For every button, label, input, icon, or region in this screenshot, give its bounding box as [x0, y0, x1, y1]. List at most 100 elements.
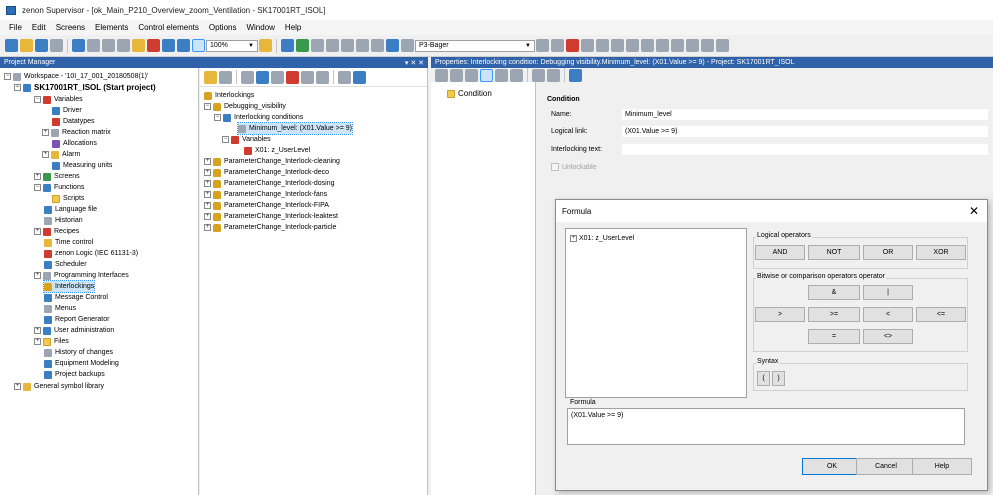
tree-item-project-backups[interactable]: Project backups — [44, 369, 105, 380]
bitwise-and-button[interactable]: & — [808, 285, 860, 300]
variable-list-item[interactable]: + X01: z_UserLevel — [570, 233, 634, 244]
align-left-icon[interactable] — [311, 39, 324, 52]
distribute-h-icon[interactable] — [611, 39, 624, 52]
paste-icon[interactable] — [271, 70, 284, 84]
zoom-icon[interactable] — [259, 39, 272, 52]
tree-item-functions[interactable]: − Functions — [34, 182, 84, 193]
tree-item-screens[interactable]: + Screens — [34, 171, 80, 182]
tree-item-allocations[interactable]: Allocations — [52, 138, 97, 149]
collapse-icon[interactable]: − — [4, 73, 11, 80]
tree-row-project[interactable]: − SK17001RT_ISOL (Start project) — [14, 82, 156, 93]
delete-icon[interactable] — [286, 70, 299, 84]
interlocking-text-field[interactable] — [622, 144, 988, 155]
menu-help[interactable]: Help — [280, 23, 306, 32]
list-view-icon[interactable] — [465, 68, 478, 82]
menu-elements[interactable]: Elements — [90, 23, 133, 32]
bitwise-or-button[interactable]: | — [863, 285, 913, 300]
collapse-icon[interactable]: − — [214, 114, 221, 121]
sort-desc-icon[interactable] — [551, 39, 564, 52]
cancel-button[interactable]: Cancel — [856, 458, 916, 475]
alphabetical-icon[interactable] — [495, 68, 508, 82]
condition-minimum-level[interactable]: Minimum_level: (X01.Value >= 9) — [237, 122, 353, 135]
tree-row-workspace[interactable]: − Workspace - '10I_17_001_20180508(1)' — [4, 71, 148, 82]
expand-icon[interactable]: + — [570, 235, 577, 242]
expand-icon[interactable]: + — [204, 169, 211, 176]
menu-file[interactable]: File — [4, 23, 27, 32]
align-right-icon[interactable] — [326, 39, 339, 52]
open-icon[interactable] — [20, 39, 33, 52]
unlockable-checkbox[interactable] — [551, 163, 559, 171]
tree-item-interlockings[interactable]: Interlockings — [42, 280, 96, 293]
expand-icon[interactable]: + — [14, 383, 21, 390]
expand-icon[interactable]: + — [204, 158, 211, 165]
collapse-icon[interactable]: − — [204, 103, 211, 110]
same-size-icon[interactable] — [671, 39, 684, 52]
send-back-icon[interactable] — [701, 39, 714, 52]
expand-icon[interactable]: + — [42, 129, 49, 136]
menu-control-elements[interactable]: Control elements — [133, 23, 203, 32]
ok-button[interactable]: OK — [802, 458, 862, 475]
greater-equal-button[interactable]: >= — [808, 307, 860, 322]
undo-icon[interactable] — [162, 39, 175, 52]
expand-icon[interactable]: + — [34, 338, 41, 345]
panel-controls-icon[interactable]: ▾ ✕ ✕ — [405, 59, 424, 67]
tree-item-reaction-matrix[interactable]: + Reaction matrix — [42, 127, 111, 138]
open-paren-button[interactable]: ( — [757, 371, 770, 386]
delete-icon[interactable] — [147, 39, 160, 52]
role-select[interactable]: P3-Bager ▼ — [415, 39, 535, 52]
less-equal-button[interactable]: <= — [916, 307, 966, 322]
import-icon[interactable] — [316, 70, 329, 84]
interlock-leaktest[interactable]: + ParameterChange_Interlock-leaktest — [204, 211, 338, 222]
interlock-fans[interactable]: + ParameterChange_Interlock-fans — [204, 189, 327, 200]
interlock-particle[interactable]: + ParameterChange_Interlock-particle — [204, 222, 336, 233]
all-properties-icon[interactable] — [450, 68, 463, 82]
tree-item-history-of-changes[interactable]: History of changes — [44, 347, 113, 358]
categorized-icon[interactable] — [510, 68, 523, 82]
role-icon[interactable] — [401, 39, 414, 52]
distribute-v-icon[interactable] — [626, 39, 639, 52]
interlock-dosing[interactable]: + ParameterChange_Interlock-dosing — [204, 178, 335, 189]
interlock-variables-node[interactable]: − Variables — [222, 134, 271, 145]
save-icon[interactable] — [35, 39, 48, 52]
new-icon[interactable] — [5, 39, 18, 52]
pointer-icon[interactable] — [192, 39, 205, 52]
export-icon[interactable] — [301, 70, 314, 84]
collapse-all-icon[interactable] — [547, 68, 560, 82]
expand-icon[interactable]: + — [204, 191, 211, 198]
tree-item-datatypes[interactable]: Datatypes — [52, 116, 95, 127]
equal-button[interactable]: = — [808, 329, 860, 344]
menu-screens[interactable]: Screens — [51, 23, 90, 32]
layout-icon[interactable] — [296, 39, 309, 52]
properties-tree-condition[interactable]: Condition — [447, 88, 492, 99]
new-interlocking-icon[interactable] — [204, 70, 217, 84]
help-icon[interactable] — [569, 68, 582, 82]
tree-item-time-control[interactable]: Time control — [44, 237, 93, 248]
menu-options[interactable]: Options — [204, 23, 242, 32]
name-field[interactable]: Minimum_level — [622, 109, 988, 120]
tree-item-driver[interactable]: Driver — [52, 105, 82, 116]
menu-edit[interactable]: Edit — [27, 23, 51, 32]
interlock-fipa[interactable]: + ParameterChange_Interlock-FIPA — [204, 200, 329, 211]
formula-input[interactable]: (X01.Value >= 9) — [567, 408, 965, 445]
tree-item-report-generator[interactable]: Report Generator — [44, 314, 109, 325]
tree-item-historian[interactable]: Historian — [44, 215, 83, 226]
interlock-deco[interactable]: + ParameterChange_Interlock-deco — [204, 167, 329, 178]
variable-icon[interactable] — [386, 39, 399, 52]
expand-icon[interactable]: + — [204, 202, 211, 209]
tree-item-variables[interactable]: − Variables — [34, 94, 83, 105]
align-center-icon[interactable] — [371, 39, 384, 52]
tree-item-scripts[interactable]: Scripts — [52, 193, 84, 204]
start-runtime-icon[interactable] — [72, 39, 85, 52]
help-button[interactable]: Help — [912, 458, 972, 475]
expand-icon[interactable]: + — [34, 173, 41, 180]
tree-item-zenon-logic[interactable]: zenon Logic (IEC 61131-3) — [44, 248, 138, 259]
close-icon[interactable]: ✕ — [969, 204, 979, 218]
tree-item-measuring-units[interactable]: Measuring units — [52, 160, 112, 171]
not-button[interactable]: NOT — [808, 245, 860, 260]
bring-front-icon[interactable] — [686, 39, 699, 52]
font-color-icon[interactable] — [596, 39, 609, 52]
tree-item-alarm[interactable]: + Alarm — [42, 149, 80, 160]
align-bottom-icon[interactable] — [356, 39, 369, 52]
tree-item-user-administration[interactable]: + User administration — [34, 325, 114, 336]
tree-item-equipment-modeling[interactable]: Equipment Modeling — [44, 358, 119, 369]
